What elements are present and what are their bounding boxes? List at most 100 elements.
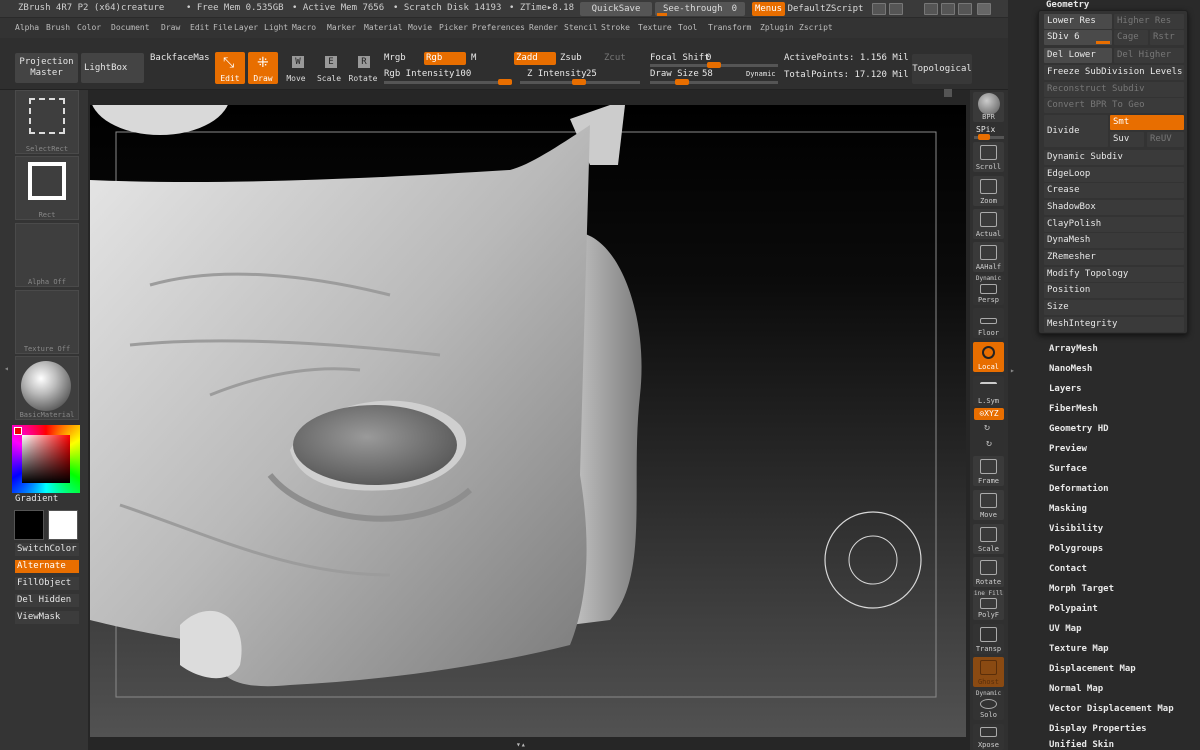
- del-higher-button[interactable]: Del Higher: [1114, 48, 1184, 63]
- rotate-view-button[interactable]: Rotate: [973, 557, 1004, 587]
- menu-movie[interactable]: Movie: [408, 23, 432, 32]
- menu-zscript[interactable]: Zscript: [799, 23, 833, 32]
- backface-mask[interactable]: BackfaceMas: [150, 53, 210, 63]
- rgb-intensity-slider[interactable]: [384, 79, 512, 85]
- subpalette-polygroups[interactable]: Polygroups: [1049, 544, 1103, 554]
- z-intensity-knob[interactable]: [572, 79, 586, 85]
- rgb-intensity-knob[interactable]: [498, 79, 512, 85]
- menu-alpha[interactable]: Alpha: [15, 23, 39, 32]
- subpalette-geometry-hd[interactable]: Geometry HD: [1049, 424, 1109, 434]
- m-button[interactable]: M: [471, 53, 476, 63]
- color-picker-ring[interactable]: [12, 425, 80, 493]
- crease-item[interactable]: Crease: [1044, 183, 1184, 198]
- size-item[interactable]: Size: [1044, 300, 1184, 315]
- subpalette-masking[interactable]: Masking: [1049, 504, 1087, 514]
- rotate-mode-button[interactable]: R Rotate: [347, 52, 377, 84]
- defaultzscript-button[interactable]: DefaultZScript: [787, 2, 864, 16]
- menu-macro[interactable]: Macro: [292, 23, 316, 32]
- quicksave-button[interactable]: QuickSave: [580, 2, 652, 16]
- projection-master-button[interactable]: Projection Master: [15, 53, 78, 83]
- higher-res-button[interactable]: Higher Res: [1114, 14, 1184, 29]
- rotate-y-icon[interactable]: ↻: [984, 422, 990, 433]
- divide-button[interactable]: Divide: [1044, 115, 1108, 147]
- seethrough-slider[interactable]: See-through 0: [655, 2, 745, 16]
- menu-material[interactable]: Material: [364, 23, 403, 32]
- layout-icon[interactable]: [889, 3, 903, 15]
- rotate-z-icon[interactable]: ↻: [986, 438, 992, 449]
- menu-transform[interactable]: Transform: [708, 23, 751, 32]
- actual-button[interactable]: Actual: [973, 209, 1004, 239]
- edit-button[interactable]: ⤡ Edit: [215, 52, 245, 84]
- spix-slider[interactable]: [974, 134, 1004, 140]
- menu-marker[interactable]: Marker: [327, 23, 356, 32]
- menu-file[interactable]: File: [213, 23, 232, 32]
- menu-picker[interactable]: Picker: [439, 23, 468, 32]
- edgeloop-item[interactable]: EdgeLoop: [1044, 167, 1184, 182]
- document-canvas[interactable]: ▾▴: [88, 89, 970, 750]
- z-intensity-slider[interactable]: [520, 79, 640, 85]
- draw-size-slider[interactable]: [650, 79, 778, 85]
- subpalette-visibility[interactable]: Visibility: [1049, 524, 1103, 534]
- freeze-subdivision-button[interactable]: Freeze SubDivision Levels: [1044, 65, 1184, 80]
- lock-icon[interactable]: [977, 3, 991, 15]
- meshintegrity-item[interactable]: MeshIntegrity: [1044, 317, 1184, 332]
- mrgb-button[interactable]: Mrgb: [384, 53, 406, 63]
- color-picker-square[interactable]: [22, 435, 70, 483]
- suv-toggle[interactable]: Suv: [1110, 132, 1144, 147]
- subpalette-polypaint[interactable]: Polypaint: [1049, 604, 1098, 614]
- cage-button[interactable]: Cage: [1114, 30, 1148, 45]
- minimize-icon[interactable]: [941, 3, 955, 15]
- floor-button[interactable]: Floor: [973, 308, 1004, 338]
- menu-stroke[interactable]: Stroke: [601, 23, 630, 32]
- local-button[interactable]: Local: [973, 342, 1004, 372]
- polyf-button[interactable]: ine Fill PolyF: [973, 590, 1004, 620]
- aahalf-button[interactable]: AAHalf: [973, 242, 1004, 272]
- subpalette-deformation[interactable]: Deformation: [1049, 484, 1109, 494]
- subpalette-layers[interactable]: Layers: [1049, 384, 1082, 394]
- focal-shift-knob[interactable]: [707, 62, 721, 68]
- subpalette-preview[interactable]: Preview: [1049, 444, 1087, 454]
- zremesher-item[interactable]: ZRemesher: [1044, 250, 1184, 265]
- canvas-corner-handle-icon[interactable]: [944, 89, 952, 97]
- xpose-button[interactable]: Xpose: [973, 724, 1004, 750]
- lightbox-button[interactable]: LightBox: [81, 53, 144, 83]
- viewport[interactable]: [90, 105, 966, 737]
- menu-zplugin[interactable]: Zplugin: [760, 23, 794, 32]
- scale-mode-button[interactable]: E Scale: [314, 52, 344, 84]
- subpalette-fibermesh[interactable]: FiberMesh: [1049, 404, 1098, 414]
- sdiv-slider[interactable]: SDiv 6: [1044, 30, 1112, 45]
- zoom-button[interactable]: Zoom: [973, 176, 1004, 206]
- left-tray-arrow-icon[interactable]: ◂: [4, 364, 9, 373]
- scroll-button[interactable]: Scroll: [973, 142, 1004, 172]
- secondary-color-swatch[interactable]: [14, 510, 44, 540]
- persp-button[interactable]: Dynamic Persp: [973, 275, 1004, 305]
- subpalette-display-properties[interactable]: Display Properties: [1049, 724, 1147, 734]
- subpalette-uv-map[interactable]: UV Map: [1049, 624, 1082, 634]
- menu-light[interactable]: Light: [264, 23, 288, 32]
- dynamesh-item[interactable]: DynaMesh: [1044, 233, 1184, 248]
- shadowbox-item[interactable]: ShadowBox: [1044, 200, 1184, 215]
- menu-texture[interactable]: Texture: [638, 23, 672, 32]
- scale-view-button[interactable]: Scale: [973, 524, 1004, 554]
- menu-brush[interactable]: Brush: [46, 23, 70, 32]
- menu-edit[interactable]: Edit: [190, 23, 209, 32]
- subpalette-nanomesh[interactable]: NanoMesh: [1049, 364, 1092, 374]
- viewmask-button[interactable]: ViewMask: [15, 611, 79, 624]
- ghost-button[interactable]: Ghost: [973, 657, 1004, 687]
- subpalette-surface[interactable]: Surface: [1049, 464, 1087, 474]
- rstr-button[interactable]: Rstr: [1150, 30, 1184, 45]
- geometry-header[interactable]: Geometry: [1046, 0, 1089, 10]
- help-icon[interactable]: [872, 3, 886, 15]
- move-mode-button[interactable]: W Move: [281, 52, 311, 84]
- main-color-swatch[interactable]: [48, 510, 78, 540]
- xyz-button[interactable]: ⊙XYZ: [974, 408, 1004, 420]
- subpalette-contact[interactable]: Contact: [1049, 564, 1087, 574]
- zadd-button[interactable]: Zadd: [514, 52, 556, 65]
- menu-draw[interactable]: Draw: [161, 23, 180, 32]
- right-tray-arrow-icon[interactable]: ▸: [1010, 366, 1015, 375]
- fillobject-button[interactable]: FillObject: [15, 577, 79, 590]
- rgb-button[interactable]: Rgb: [424, 52, 466, 65]
- menu-layer[interactable]: Layer: [234, 23, 258, 32]
- zsub-button[interactable]: Zsub: [560, 53, 582, 63]
- zcut-button[interactable]: Zcut: [604, 53, 626, 63]
